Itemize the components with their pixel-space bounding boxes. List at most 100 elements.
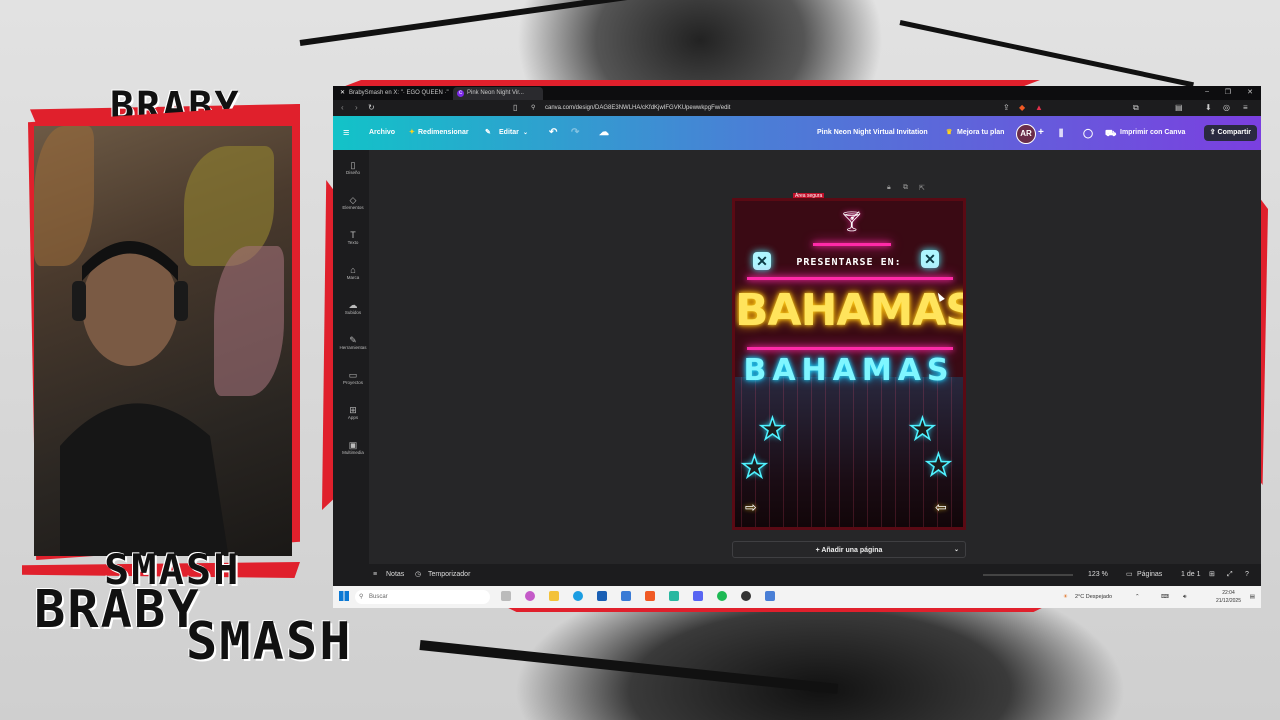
brave-shield-icon[interactable]: ◆: [1019, 103, 1025, 113]
search-placeholder: Buscar: [369, 594, 388, 600]
sidebar-label: Multimedia: [342, 450, 364, 455]
network-icon[interactable]: ⌨: [1161, 586, 1169, 608]
app-icon[interactable]: [765, 591, 775, 601]
windows-start-icon[interactable]: [339, 591, 349, 601]
clock[interactable]: 22:04 21/12/2025: [1216, 589, 1241, 605]
comment-icon[interactable]: ◯: [1083, 116, 1093, 150]
sidebar-item-text[interactable]: T Texto: [339, 230, 367, 245]
bookmark-icon[interactable]: ▯: [513, 103, 517, 113]
weather-text[interactable]: 2°C Despejado: [1075, 586, 1112, 608]
duplicate-icon[interactable]: ⧉: [903, 184, 908, 192]
share-icon: ⇪: [1209, 129, 1218, 136]
wallet-icon[interactable]: ◎: [1223, 103, 1230, 113]
tab-x[interactable]: ✕ BrabySmash en X: "· EGO QUEEN ·": [335, 87, 461, 100]
obs-icon[interactable]: [741, 591, 751, 601]
task-view-icon[interactable]: [501, 591, 511, 601]
add-collaborator-icon[interactable]: +: [1038, 116, 1044, 150]
chevron-down-icon[interactable]: ⌄: [954, 542, 959, 559]
sidebar-item-projects[interactable]: ▭ Proyectos: [339, 370, 367, 385]
maximize-icon[interactable]: ❐: [1225, 88, 1231, 96]
undo-icon[interactable]: ↶: [549, 116, 557, 150]
tab-label: BrabySmash en X: "· EGO QUEEN ·": [349, 90, 449, 96]
sidebar-label: Marca: [346, 275, 360, 280]
extensions-icon[interactable]: ⧉: [1133, 103, 1139, 113]
tray-chevron-icon[interactable]: ⌃: [1135, 586, 1140, 608]
hamburger-icon[interactable]: ≡: [343, 116, 349, 150]
file-menu[interactable]: Archivo: [369, 116, 395, 150]
print-button[interactable]: Imprimir con Canva: [1120, 116, 1185, 150]
brave-icon[interactable]: [645, 591, 655, 601]
edge-icon[interactable]: [573, 591, 583, 601]
close-icon[interactable]: ✕: [1247, 88, 1253, 96]
analytics-icon[interactable]: ⫼: [1059, 116, 1063, 150]
present-label[interactable]: PRESENTARSE EN:: [735, 257, 963, 268]
sidebar-label: Texto: [347, 240, 359, 245]
sidebar-toggle-icon[interactable]: ▤: [1175, 103, 1183, 113]
chevron-down-icon[interactable]: ⌄: [523, 116, 528, 150]
sidebar-item-elements[interactable]: ◇ Elementos: [339, 195, 367, 210]
grid-view-icon[interactable]: ⊞: [1209, 564, 1215, 586]
forward-icon[interactable]: ›: [355, 103, 358, 113]
lock-icon[interactable]: 🔒︎: [887, 184, 891, 192]
site-info-icon[interactable]: ⚲: [531, 103, 535, 113]
copilot-icon[interactable]: [525, 591, 535, 601]
downloads-icon[interactable]: ⬇: [1205, 103, 1212, 113]
brand-icon: ⌂: [350, 265, 356, 275]
subheadline-text[interactable]: BAHAMAS: [735, 353, 963, 388]
webcam-feed: [34, 126, 292, 556]
upgrade-button[interactable]: Mejora tu plan: [957, 116, 1004, 150]
app-icon[interactable]: [669, 591, 679, 601]
streamer-silhouette: [60, 241, 229, 556]
mail-icon[interactable]: [597, 591, 607, 601]
upload-icon: ☁: [348, 300, 358, 310]
minimize-icon[interactable]: –: [1205, 88, 1209, 95]
notes-button[interactable]: Notas: [386, 564, 404, 586]
canva-icon: c: [457, 90, 464, 97]
add-page-button[interactable]: + Añadir una página ⌄: [732, 541, 966, 558]
draw-icon: ✎: [349, 335, 357, 345]
sidebar-item-brand[interactable]: ⌂ Marca: [339, 265, 367, 280]
spotify-icon[interactable]: [717, 591, 727, 601]
avatar[interactable]: AR: [1016, 124, 1036, 144]
cloud-save-icon[interactable]: ☁: [599, 116, 609, 150]
edit-menu[interactable]: Editar: [499, 116, 519, 150]
fullscreen-icon[interactable]: ⤢: [1227, 564, 1233, 586]
neon-line: [813, 243, 891, 246]
reload-icon[interactable]: ↻: [368, 103, 375, 113]
timer-button[interactable]: Temporizador: [428, 564, 470, 586]
help-icon[interactable]: ?: [1245, 564, 1249, 586]
url-field[interactable]: canva.com/design/DAG8E3NWLHA/cKfdKjwIFGV…: [545, 103, 730, 113]
zoom-slider[interactable]: [983, 574, 1073, 576]
sidebar-item-uploads[interactable]: ☁ Subidos: [339, 300, 367, 315]
sidebar-item-media[interactable]: ▣ Multimedia: [339, 440, 367, 455]
redo-icon[interactable]: ↷: [571, 116, 579, 150]
notes-icon: ≡: [373, 571, 378, 578]
discord-icon[interactable]: [693, 591, 703, 601]
sidebar-label: Proyectos: [342, 380, 363, 385]
design-title[interactable]: Pink Neon Night Virtual Invitation: [817, 116, 928, 150]
headline-text[interactable]: BAHAMAS: [735, 285, 963, 336]
sidebar-item-tools[interactable]: ✎ Herramientas: [339, 335, 367, 350]
store-icon[interactable]: [621, 591, 631, 601]
menu-icon[interactable]: ≡: [1243, 103, 1248, 113]
back-icon[interactable]: ‹: [341, 103, 344, 113]
zoom-level[interactable]: 123 %: [1088, 564, 1108, 586]
export-icon[interactable]: ⇱: [919, 184, 925, 192]
volume-icon[interactable]: 🔊︎: [1183, 586, 1186, 608]
notification-icon[interactable]: ▤: [1250, 586, 1255, 608]
clock-date: 21/12/2025: [1215, 598, 1241, 604]
resize-button[interactable]: Redimensionar: [418, 116, 469, 150]
file-explorer-icon[interactable]: [549, 591, 559, 601]
share-button[interactable]: ⇪ Compartir: [1203, 125, 1257, 141]
sidebar-item-apps[interactable]: ⊞ Apps: [339, 405, 367, 420]
tab-canva[interactable]: c Pink Neon Night Vir...: [453, 87, 543, 100]
rewards-icon[interactable]: ▲: [1035, 103, 1043, 113]
folder-icon: ▭: [348, 370, 358, 380]
sidebar-item-design[interactable]: ▯ Diseño: [339, 160, 367, 175]
pages-button[interactable]: Páginas: [1137, 564, 1162, 586]
share-page-icon[interactable]: ⇪: [1003, 103, 1010, 113]
address-bar: ‹ › ↻ ▯ ⚲ canva.com/design/DAG8E3NWLHA/c…: [333, 100, 1261, 116]
taskbar-search[interactable]: ⚲ Buscar: [355, 590, 490, 604]
invitation-design[interactable]: 🍸︎ ✕ ✕ PRESENTARSE EN: BAHAMAS BAHAMAS ★…: [732, 198, 966, 530]
arrow-left-icon: ⇦: [935, 499, 947, 515]
